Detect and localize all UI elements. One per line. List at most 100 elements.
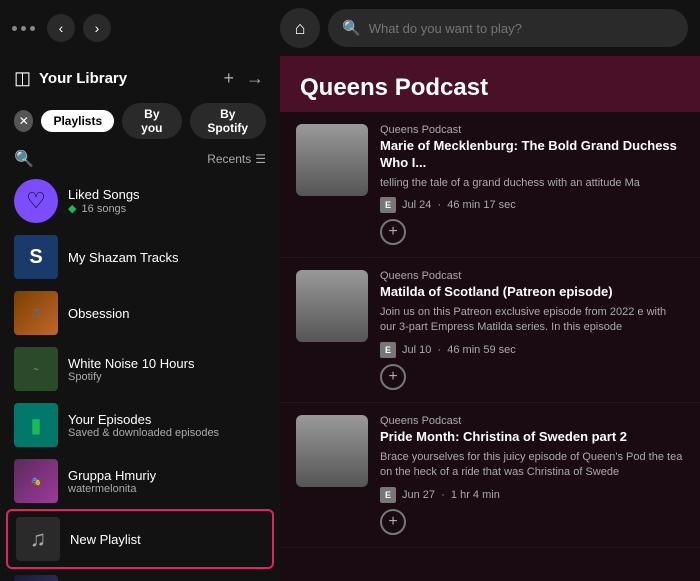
back-button[interactable]: ‹ bbox=[47, 14, 75, 42]
list-item[interactable]: ▮ Your Episodes Saved & downloaded episo… bbox=[6, 397, 274, 453]
episode-add-button-3[interactable]: + bbox=[380, 509, 406, 535]
episode-title-3: Pride Month: Christina of Sweden part 2 bbox=[380, 429, 684, 446]
list-item[interactable]: S My Shazam Tracks bbox=[6, 229, 274, 285]
search-icon: 🔍 bbox=[342, 19, 361, 37]
episodes-info: Your Episodes Saved & downloaded episode… bbox=[68, 412, 219, 439]
episode-image-3 bbox=[296, 415, 368, 487]
search-input[interactable] bbox=[369, 21, 674, 36]
panel-header: Queens Podcast bbox=[280, 56, 700, 112]
filter-row: ✕ Playlists By you By Spotify bbox=[0, 97, 280, 145]
episode-date-3: Jun 27 · 1 hr 4 min bbox=[402, 489, 500, 501]
new-playlist-item[interactable]: ♫ New Playlist bbox=[6, 509, 274, 569]
new-playlist-info: New Playlist bbox=[70, 532, 141, 547]
sidebar-actions: + → bbox=[221, 66, 266, 91]
whitenoise-name: White Noise 10 Hours bbox=[68, 356, 194, 371]
episode-item[interactable]: Queens Podcast Pride Month: Christina of… bbox=[280, 403, 700, 548]
playlist-icon: ♫ bbox=[30, 526, 47, 552]
shazam-icon: S bbox=[29, 246, 42, 269]
episode-add-button-2[interactable]: + bbox=[380, 364, 406, 390]
filter-playlists[interactable]: Playlists bbox=[41, 110, 114, 132]
episode-badge-3: E bbox=[380, 487, 396, 503]
gruppa-name: Gruppa Hmuriy bbox=[68, 468, 156, 483]
episode-info-2: Queens Podcast Matilda of Scotland (Patr… bbox=[380, 270, 684, 390]
add-library-button[interactable]: + bbox=[221, 66, 236, 91]
library-icon: ◫ bbox=[14, 68, 31, 89]
episode-title-1: Marie of Mecklenburg: The Bold Grand Duc… bbox=[380, 138, 684, 172]
episode-item[interactable]: Queens Podcast Marie of Mecklenburg: The… bbox=[280, 112, 700, 258]
sidebar-header: ◫ Your Library + → bbox=[0, 56, 280, 97]
list-item[interactable]: ~ White Noise 10 Hours Spotify bbox=[6, 341, 274, 397]
forward-button[interactable]: › bbox=[83, 14, 111, 42]
episode-date-2: Jul 10 · 46 min 59 sec bbox=[402, 344, 516, 356]
episode-info-3: Queens Podcast Pride Month: Christina of… bbox=[380, 415, 684, 535]
episodes-sub: Saved & downloaded episodes bbox=[68, 427, 219, 439]
episode-info-1: Queens Podcast Marie of Mecklenburg: The… bbox=[380, 124, 684, 245]
episode-thumb-3 bbox=[296, 415, 368, 487]
library-list: ♡ Liked Songs ◆ 16 songs S My Shazam Tra… bbox=[0, 173, 280, 581]
list-item[interactable]: 🎭 Gruppa Hmuriy watermelonita bbox=[6, 453, 274, 509]
shazam-info: My Shazam Tracks bbox=[68, 250, 179, 265]
new-playlist-thumb: ♫ bbox=[16, 517, 60, 561]
search-bar: 🔍 bbox=[328, 9, 688, 47]
filter-by-spotify[interactable]: By Spotify bbox=[190, 103, 266, 139]
episode-add-button-1[interactable]: + bbox=[380, 219, 406, 245]
episode-thumb-1 bbox=[296, 124, 368, 196]
episode-title-2: Matilda of Scotland (Patreon episode) bbox=[380, 284, 684, 301]
gruppa-info: Gruppa Hmuriy watermelonita bbox=[68, 468, 156, 495]
episode-podcast-1: Queens Podcast bbox=[380, 124, 684, 136]
episode-desc-2: Join us on this Patreon exclusive episod… bbox=[380, 305, 684, 336]
list-item[interactable]: ♡ Liked Songs ◆ 16 songs bbox=[6, 173, 274, 229]
dot1 bbox=[12, 26, 17, 31]
episode-badge-1: E bbox=[380, 197, 396, 213]
episode-podcast-2: Queens Podcast bbox=[380, 270, 684, 282]
home-button[interactable]: ⌂ bbox=[280, 8, 320, 48]
list-item[interactable]: 🎵 sad songs to listen to 0woofyfvozrgs9m… bbox=[6, 569, 274, 581]
main-content: ◫ Your Library + → ✕ Playlists By you By… bbox=[0, 56, 700, 581]
list-item[interactable]: 🎵 Obsession bbox=[6, 285, 274, 341]
small-search-icon[interactable]: 🔍 bbox=[14, 149, 34, 169]
episode-meta-2: E Jul 10 · 46 min 59 sec bbox=[380, 342, 684, 358]
obsession-info: Obsession bbox=[68, 306, 129, 321]
liked-songs-sub: ◆ 16 songs bbox=[68, 202, 140, 215]
recents-button[interactable]: Recents ☰ bbox=[207, 152, 266, 166]
heart-icon: ♡ bbox=[26, 188, 46, 214]
episode-desc-1: telling the tale of a grand duchess with… bbox=[380, 176, 684, 191]
shazam-thumb: S bbox=[14, 235, 58, 279]
recents-label: Recents bbox=[207, 152, 251, 166]
whitenoise-thumb: ~ bbox=[14, 347, 58, 391]
episode-image-2 bbox=[296, 270, 368, 342]
panel-title: Queens Podcast bbox=[300, 74, 680, 102]
gruppa-thumb: 🎭 bbox=[14, 459, 58, 503]
shazam-name: My Shazam Tracks bbox=[68, 250, 179, 265]
top-bar: ‹ › ⌂ 🔍 bbox=[0, 0, 700, 56]
right-panel: Queens Podcast Queens Podcast Marie of M… bbox=[280, 56, 700, 581]
episode-date-1: Jul 24 · 46 min 17 sec bbox=[402, 199, 516, 211]
sidebar-title: Your Library bbox=[39, 70, 213, 87]
obsession-name: Obsession bbox=[68, 306, 129, 321]
close-filter-button[interactable]: ✕ bbox=[14, 110, 33, 132]
episode-item[interactable]: Queens Podcast Matilda of Scotland (Patr… bbox=[280, 258, 700, 403]
episode-badge-2: E bbox=[380, 342, 396, 358]
expand-library-button[interactable]: → bbox=[244, 66, 266, 91]
dot3 bbox=[30, 26, 35, 31]
home-icon: ⌂ bbox=[295, 18, 306, 39]
episodes-name: Your Episodes bbox=[68, 412, 219, 427]
green-dot-icon: ◆ bbox=[68, 203, 76, 215]
episodes-thumb: ▮ bbox=[14, 403, 58, 447]
list-icon: ☰ bbox=[255, 152, 266, 166]
episode-podcast-3: Queens Podcast bbox=[380, 415, 684, 427]
bookmark-icon: ▮ bbox=[30, 413, 41, 438]
filter-by-you[interactable]: By you bbox=[122, 103, 181, 139]
gruppa-sub: watermelonita bbox=[68, 483, 156, 495]
whitenoise-info: White Noise 10 Hours Spotify bbox=[68, 356, 194, 383]
obsession-thumb: 🎵 bbox=[14, 291, 58, 335]
episode-image-1 bbox=[296, 124, 368, 196]
episode-meta-1: E Jul 24 · 46 min 17 sec bbox=[380, 197, 684, 213]
episode-list: Queens Podcast Marie of Mecklenburg: The… bbox=[280, 112, 700, 558]
dot2 bbox=[21, 26, 26, 31]
search-sort-row: 🔍 Recents ☰ bbox=[0, 145, 280, 173]
new-playlist-name: New Playlist bbox=[70, 532, 141, 547]
liked-songs-info: Liked Songs ◆ 16 songs bbox=[68, 187, 140, 215]
whitenoise-sub: Spotify bbox=[68, 371, 194, 383]
liked-songs-name: Liked Songs bbox=[68, 187, 140, 202]
